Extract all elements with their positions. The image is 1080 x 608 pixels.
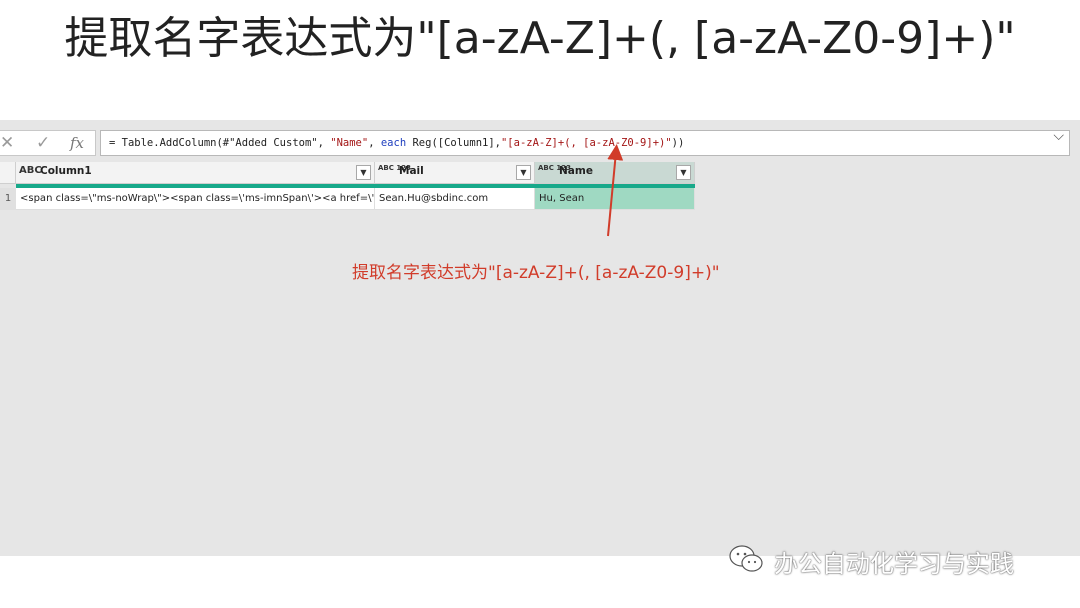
formula-part: Reg([Column1],	[406, 137, 501, 149]
formula-part: = Table.AddColumn(#"Added Custom",	[109, 137, 331, 149]
row-number[interactable]: 1	[0, 188, 16, 210]
formula-bar: ✕ ✓ fx = Table.AddColumn(#"Added Custom"…	[0, 128, 1072, 158]
formula-input[interactable]: = Table.AddColumn(#"Added Custom", "Name…	[100, 130, 1070, 156]
formula-bar-icons: ✕ ✓ fx	[0, 130, 96, 156]
text-type-icon[interactable]: ABC	[19, 162, 42, 180]
watermark-text: 办公自动化学习与实践	[774, 550, 1014, 578]
column-header-label: Mail	[399, 165, 424, 177]
formula-keyword-each: each	[380, 137, 407, 149]
annotation-label: 提取名字表达式为"[a-zA-Z]+(, [a-zA-Z0-9]+)"	[352, 263, 720, 283]
fx-icon[interactable]: fx	[70, 134, 84, 152]
wechat-icon	[729, 545, 763, 572]
formula-string-name: "Name"	[330, 137, 369, 149]
commit-icon[interactable]: ✓	[36, 133, 50, 153]
filter-dropdown-icon[interactable]: ▼	[516, 165, 531, 180]
table-cell-mail[interactable]: Sean.Hu@sbdinc.com	[375, 188, 535, 210]
filter-dropdown-icon[interactable]: ▼	[676, 165, 691, 180]
formula-expand-icon[interactable]: ⌵	[1053, 128, 1064, 144]
table-cell-column1[interactable]: <span class=\"ms-noWrap\"><span class=\'…	[16, 188, 375, 210]
table-cell-name[interactable]: Hu, Sean	[535, 188, 695, 210]
formula-part: ))	[671, 137, 685, 149]
column-header-label: Column1	[40, 165, 92, 177]
slide-title: 提取名字表达式为"[a-zA-Z]+(, [a-zA-Z0-9]+)"	[64, 13, 1016, 64]
column-header-label: Name	[559, 165, 593, 177]
formula-part: ,	[368, 137, 381, 149]
filter-dropdown-icon[interactable]: ▼	[356, 165, 371, 180]
column-header-mail[interactable]: ABC 123 Mail ▼	[375, 162, 535, 184]
formula-regex-string: "[a-zA-Z]+(, [a-zA-Z0-9]+)"	[500, 137, 672, 149]
power-query-editor: ✕ ✓ fx = Table.AddColumn(#"Added Custom"…	[0, 120, 1080, 556]
cancel-icon[interactable]: ✕	[0, 133, 14, 153]
column-header-column1[interactable]: ABC Column1 ▼	[16, 162, 375, 184]
column-header-name[interactable]: ABC 123 Name ▼	[535, 162, 695, 184]
table-corner-menu[interactable]	[0, 162, 16, 184]
